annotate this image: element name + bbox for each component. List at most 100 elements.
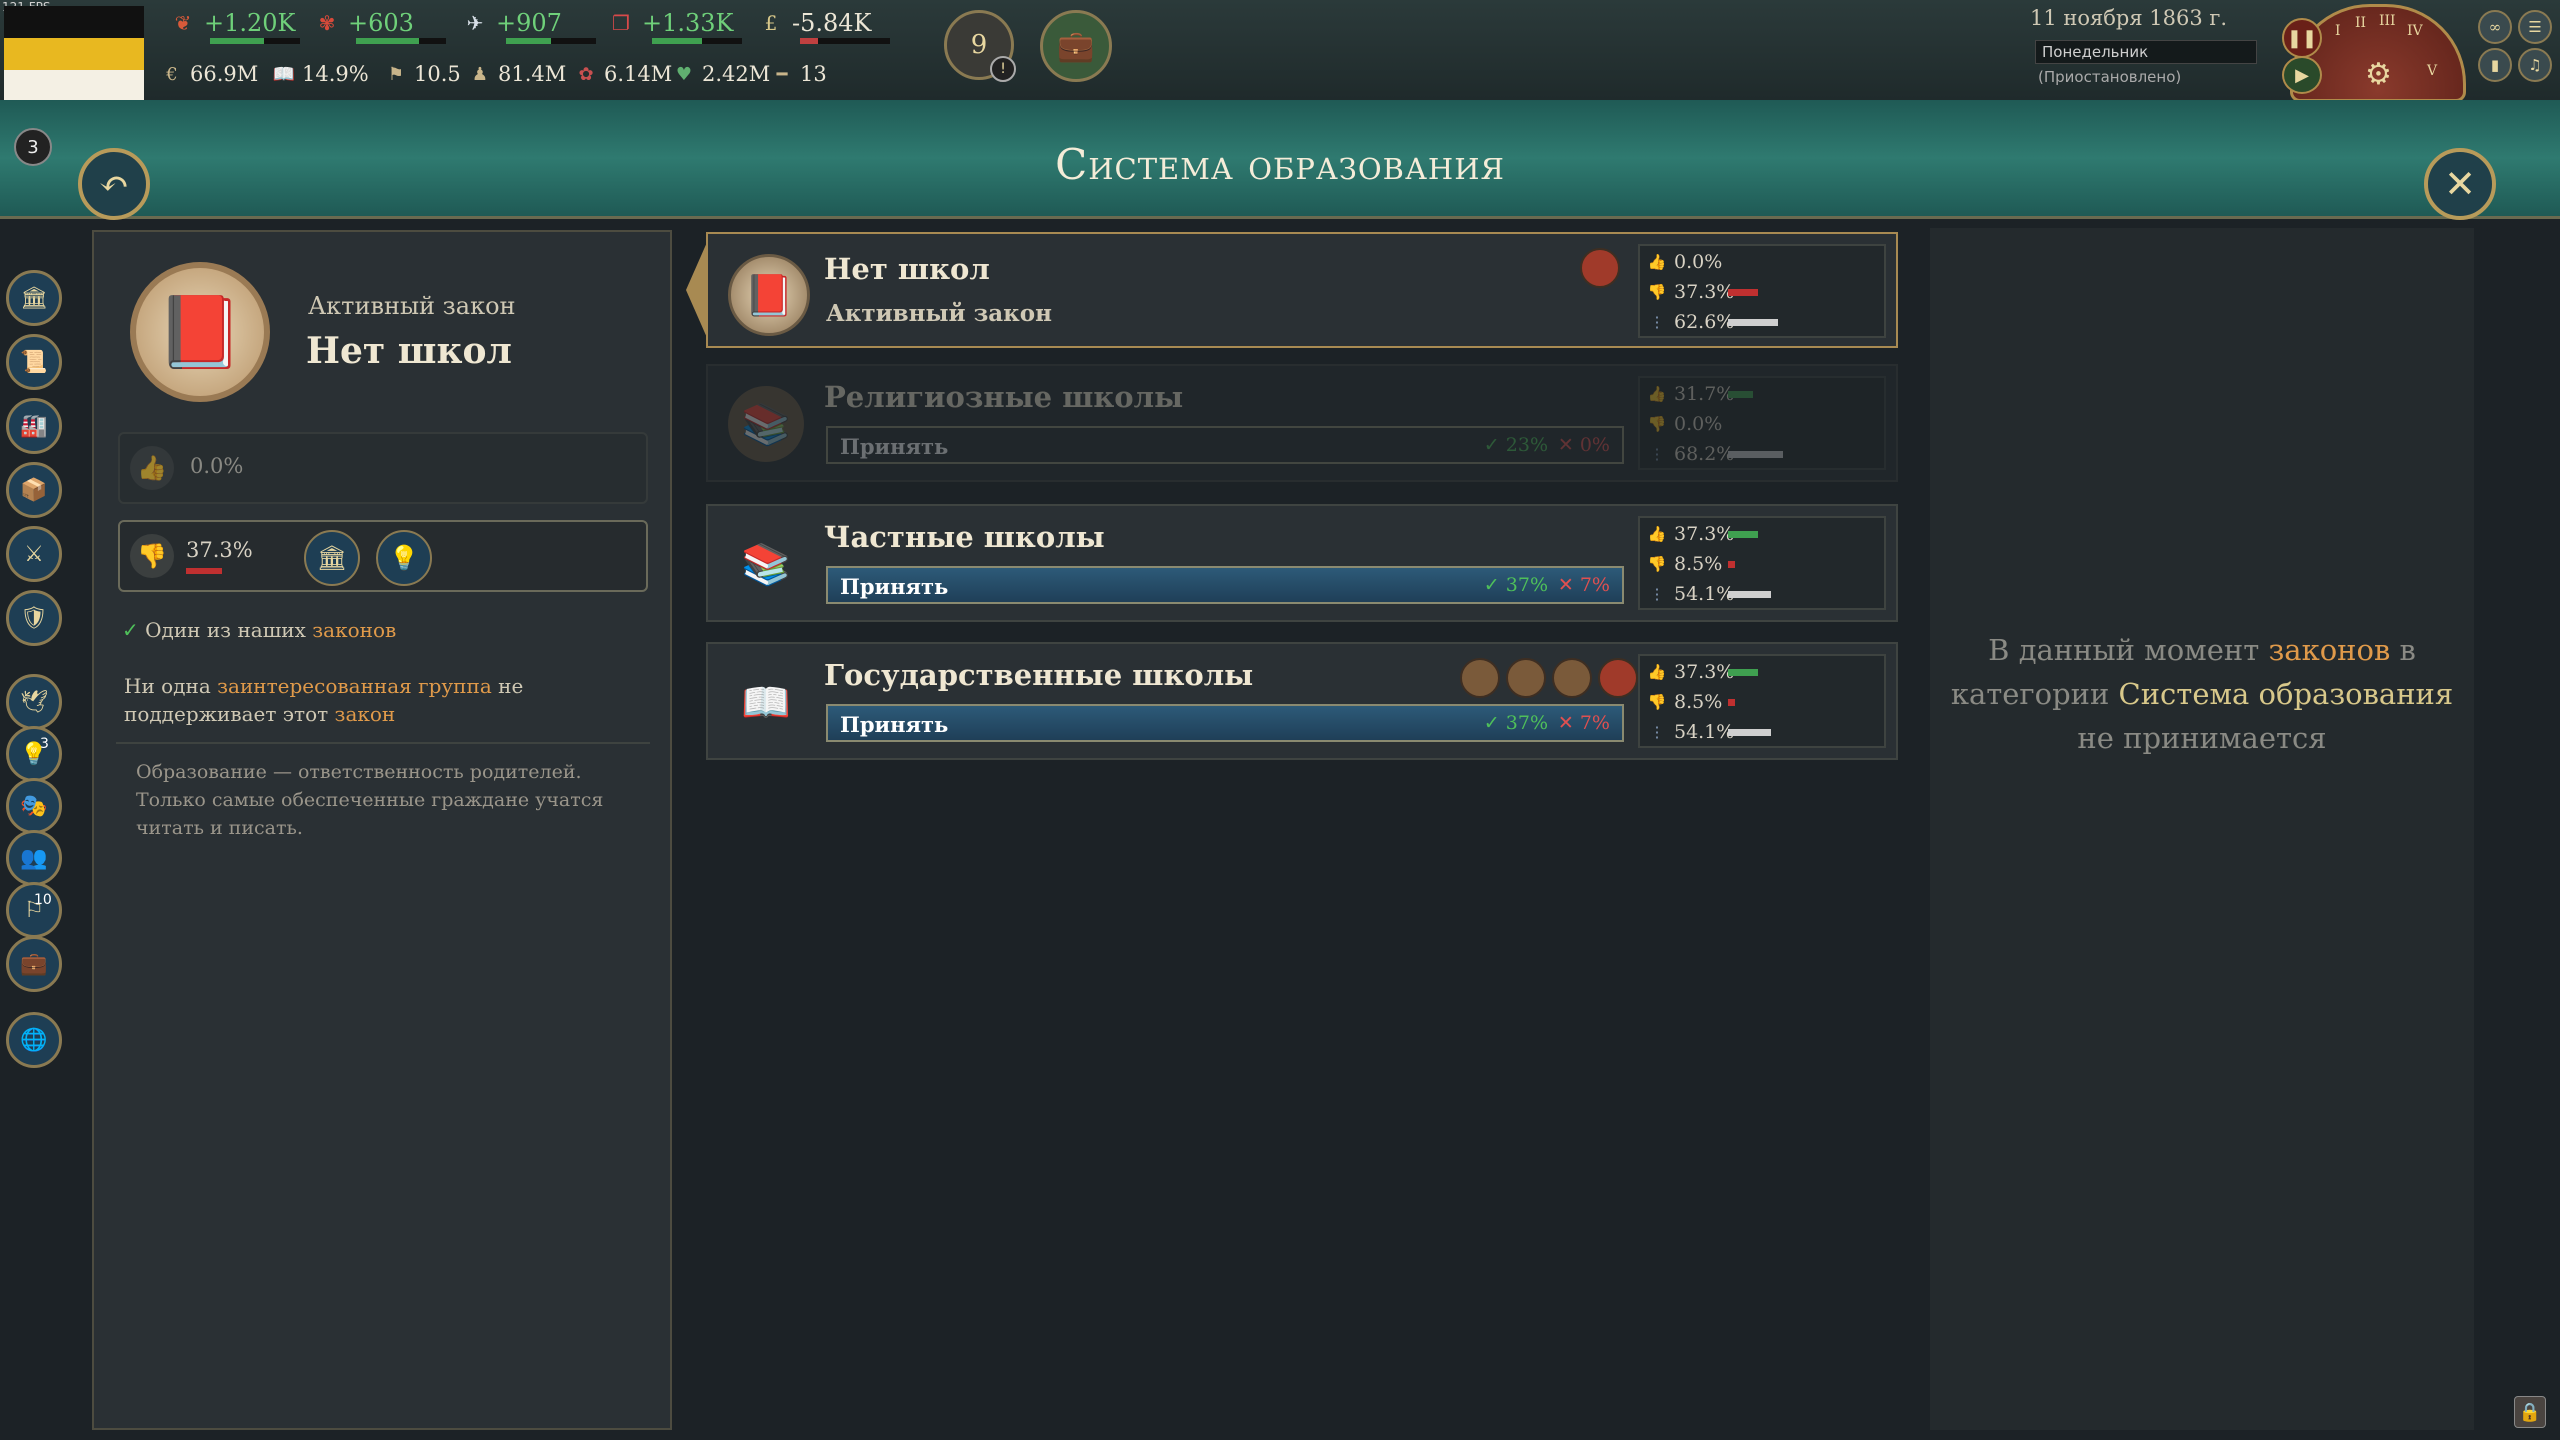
sidebar-item-innovation[interactable]: 💡 (6, 726, 62, 782)
public-schools-icon: 📖 (741, 679, 791, 726)
link-icon: ∞ (2488, 18, 2502, 36)
sol-stat[interactable]: ⚑ 10.5 (384, 60, 461, 88)
speed-numeral: II (2355, 15, 2367, 31)
laws-link[interactable]: законов (312, 618, 396, 642)
notification-badge[interactable]: 3 (14, 128, 52, 166)
interest-group-icon[interactable] (1506, 658, 1546, 698)
closed-book-icon: 📕 (728, 254, 810, 336)
music-icon: ♫ (2528, 56, 2542, 74)
sidebar-item-markets[interactable]: 📦 (6, 462, 62, 518)
army-stat[interactable]: ━ 13 (770, 60, 827, 88)
supporters-box[interactable]: 👍 0.0% (118, 432, 648, 504)
no-chance: ✕ 0% (1557, 434, 1610, 456)
law-card-no-schools[interactable]: 📕 Нет школ Активный закон 👍 0.0% 👎 37.3% ⋮… (706, 232, 1898, 348)
oppose-percent: 37.3% (1674, 281, 1735, 303)
sidebar-item-map[interactable]: 🌐 (6, 1012, 62, 1068)
close-button[interactable]: ✕ (2424, 148, 2496, 220)
interest-group-icon[interactable] (1580, 248, 1620, 288)
laws-link[interactable]: законов (2268, 633, 2390, 667)
one-of-ours-text: Один из наших (145, 618, 313, 642)
speed-numeral: III (2379, 13, 2396, 29)
money-resource[interactable]: £ -5.84K (756, 6, 872, 40)
workforce-value: 2.42M (702, 62, 771, 86)
thumbs-down-icon: 👎 (130, 534, 174, 578)
sidebar-item-buildings[interactable]: 🏭 (6, 398, 62, 454)
globe-icon: 🌐 (20, 1027, 48, 1053)
stats-button[interactable]: ▮ (2478, 48, 2512, 82)
population-stat[interactable]: ♟ 81.4M (468, 60, 566, 88)
play-button[interactable]: ▶ (2282, 56, 2322, 94)
approve-bar (1728, 390, 1753, 398)
neutral-bar (1728, 318, 1778, 326)
interest-group-link[interactable]: заинтересованная группа (217, 674, 492, 698)
law-status: Активный закон (826, 300, 1052, 327)
neutral-icon: ⋮ (1649, 445, 1665, 463)
gdp-stat[interactable]: €66.9M (160, 60, 258, 88)
influence-resource[interactable]: ✈ +907 (460, 6, 562, 40)
sidebar-item-influence[interactable]: 🕊 (6, 674, 62, 730)
enact-button[interactable]: Принять ✓ 23% ✕ 0% (826, 426, 1624, 464)
shield-icon: 🛡 (20, 605, 48, 631)
sidebar-item-population[interactable]: 👥 (6, 830, 62, 886)
interest-group-intelligentsia[interactable]: 💡 (376, 530, 432, 586)
interest-group-icon[interactable] (1598, 658, 1638, 698)
workforce-stat[interactable]: ♥ 2.42M (672, 60, 770, 88)
sidebar-item-interest-groups[interactable]: ⚐ (6, 882, 62, 938)
incorporated-population-value: 6.14M (604, 62, 673, 86)
speed-numeral: V (2427, 63, 2438, 79)
pause-button[interactable]: ❚❚ (2282, 18, 2322, 58)
checkmark-icon: ✓ (122, 618, 146, 642)
private-schools-icon: 📚 (741, 541, 791, 588)
gdp-icon: € (166, 63, 178, 85)
innovation-resource[interactable]: ❐ +1.33K (606, 6, 733, 40)
lock-button[interactable]: 🔒 (2514, 1396, 2546, 1428)
sol-icon: ⚑ (387, 63, 405, 85)
briefcase-button[interactable]: 💼 (1040, 10, 1112, 82)
law-description: Образование — ответственность родителей.… (136, 761, 604, 839)
alerts-count: 9 (970, 30, 988, 60)
interest-group-icon[interactable] (1552, 658, 1592, 698)
back-button[interactable]: ↶ (78, 148, 150, 220)
law-link[interactable]: закон (335, 702, 396, 726)
divider (116, 742, 650, 744)
law-card-private-schools[interactable]: 📚 Частные школы Принять ✓ 37% ✕ 7% 👍 37.3… (706, 504, 1898, 622)
literacy-value: 14.9% (302, 62, 369, 86)
dove-icon: 🕊 (20, 689, 48, 715)
authority-resource[interactable]: ❦ +1.20K (168, 6, 296, 40)
neutral-percent: 54.1% (1674, 721, 1735, 743)
sidebar-item-culture[interactable]: 🎭 (6, 778, 62, 834)
bureaucracy-resource[interactable]: ✾ +603 (312, 6, 414, 40)
opponents-box[interactable]: 👎 37.3% 🏛 💡 (118, 520, 648, 592)
approve-percent: 31.7% (1674, 383, 1735, 405)
outliner-button[interactable]: ∞ (2478, 10, 2512, 44)
selection-arrow (686, 240, 708, 340)
law-card-public-schools[interactable]: 📖 Государственные школы Принять ✓ 37% ✕ … (706, 642, 1898, 760)
approve-percent: 0.0% (1674, 251, 1723, 273)
law-card-religious-schools[interactable]: 📚 Религиозные школы Принять ✓ 23% ✕ 0% 👍… (706, 364, 1898, 482)
sidebar-item-budget[interactable]: 💼 (6, 936, 62, 992)
interest-group-landowners[interactable]: 🏛 (304, 530, 360, 586)
gdp-value: 66.9M (190, 62, 259, 86)
sidebar-item-laws[interactable]: 📜 (6, 334, 62, 390)
sidebar-item-politics[interactable]: 🏛 (6, 270, 62, 326)
incorporated-population-stat[interactable]: ✿ 6.14M (574, 60, 672, 88)
neutral-percent: 62.6% (1674, 311, 1735, 333)
money-bar (800, 38, 890, 44)
literacy-stat[interactable]: 📖 14.9% (272, 60, 369, 88)
sidebar-item-military[interactable]: ⚔ (6, 526, 62, 582)
sidebar-item-diplomacy[interactable]: 🛡 (6, 590, 62, 646)
country-flag[interactable] (4, 6, 144, 102)
yes-value: 37% (1505, 574, 1548, 596)
population-icon: ♟ (471, 63, 489, 85)
ledger-icon: ▮ (2490, 56, 2500, 74)
enact-button[interactable]: Принять ✓ 37% ✕ 7% (826, 704, 1624, 742)
category-link[interactable]: Система образования (2119, 677, 2454, 711)
law-name: Нет школ (824, 252, 990, 286)
menu-button[interactable]: ☰ (2518, 10, 2552, 44)
approve-percent: 37.3% (1674, 661, 1735, 683)
enact-button[interactable]: Принять ✓ 37% ✕ 7% (826, 566, 1624, 604)
interest-group-icon[interactable] (1460, 658, 1500, 698)
music-button[interactable]: ♫ (2518, 48, 2552, 82)
oppose-percent: 8.5% (1674, 691, 1723, 713)
literacy-icon: 📖 (272, 63, 296, 85)
